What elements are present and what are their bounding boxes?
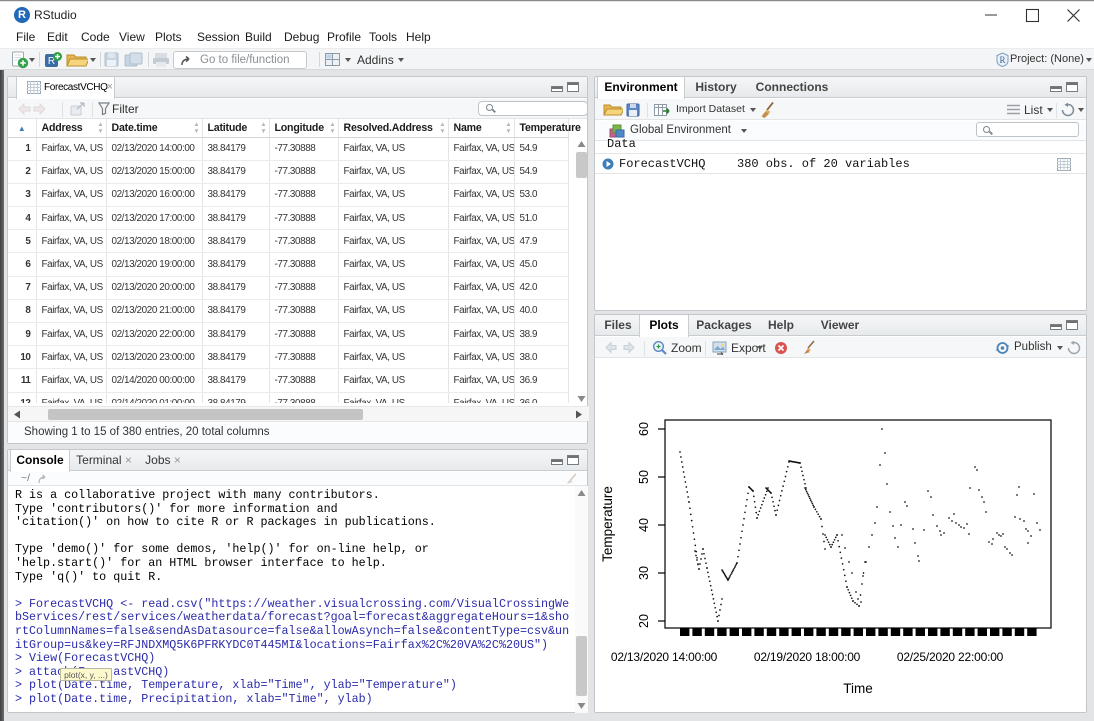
svg-text:02/13/2020 14:00:00: 02/13/2020 14:00:00 bbox=[611, 650, 718, 664]
svg-text:30: 30 bbox=[637, 566, 651, 580]
svg-text:50: 50 bbox=[637, 470, 651, 484]
svg-text:R: R bbox=[999, 55, 1005, 65]
svg-text:02/25/2020 22:00:00: 02/25/2020 22:00:00 bbox=[897, 650, 1004, 664]
svg-text:20: 20 bbox=[637, 614, 651, 628]
svg-text:40: 40 bbox=[637, 518, 651, 532]
svg-text:Time: Time bbox=[843, 681, 873, 696]
svg-text:02/19/2020 18:00:00: 02/19/2020 18:00:00 bbox=[754, 650, 861, 664]
svg-text:60: 60 bbox=[637, 422, 651, 436]
svg-text:Temperature: Temperature bbox=[600, 486, 615, 562]
